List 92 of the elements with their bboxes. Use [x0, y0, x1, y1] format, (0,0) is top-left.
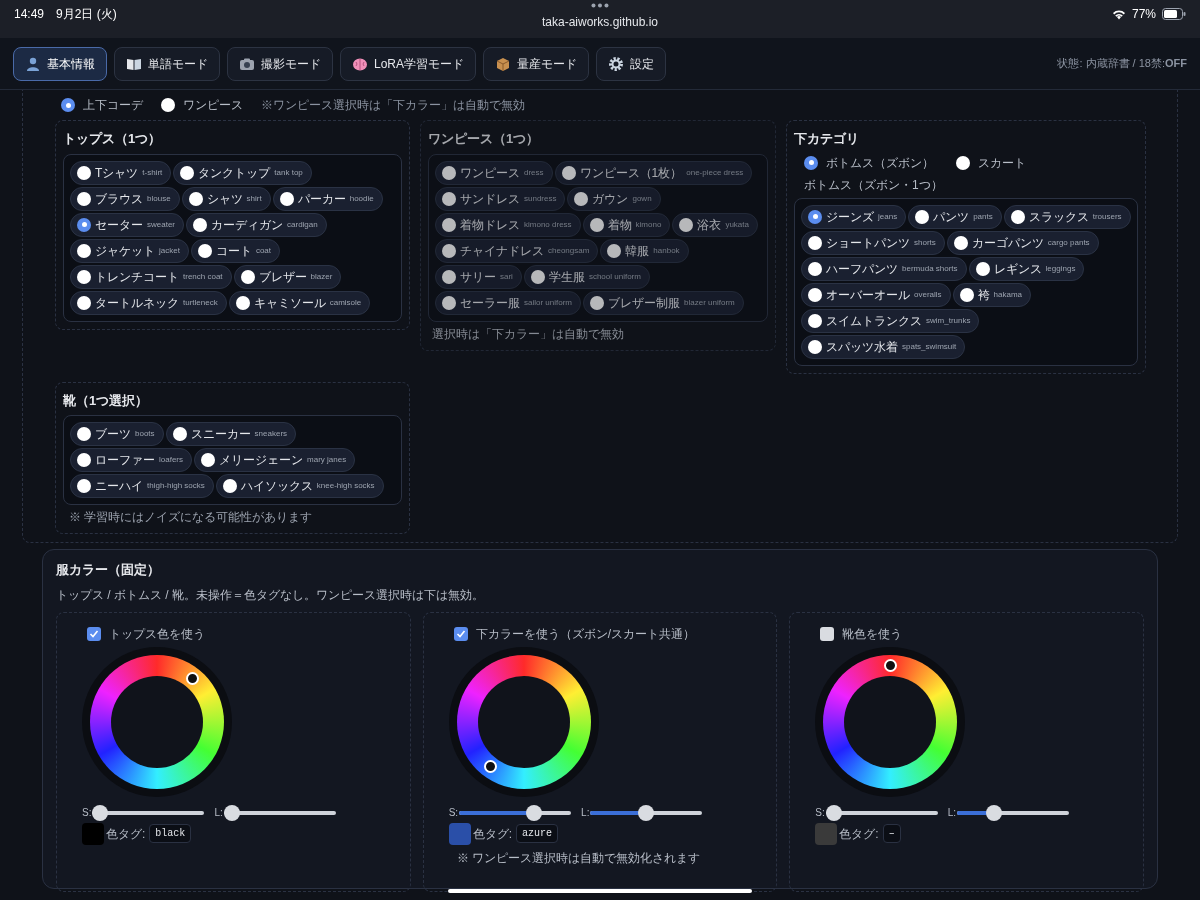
checkbox-option[interactable]: 靴色を使う: [820, 624, 1143, 643]
radio-option[interactable]: 袴 hakama: [952, 282, 1032, 307]
radio-option[interactable]: ボトムス（ズボン）: [804, 153, 934, 172]
radio-option[interactable]: セーター sweater: [70, 212, 184, 237]
radio-option[interactable]: Tシャツ t-shirt: [70, 160, 172, 185]
radio-option[interactable]: カーゴパンツ cargo pants: [946, 230, 1099, 255]
more-icon: [591, 3, 609, 8]
box-icon: [495, 55, 512, 72]
radio-option[interactable]: ブーツ boots: [70, 422, 164, 446]
radio-option[interactable]: ハーフパンツ bermuda shorts: [801, 256, 967, 281]
wifi-icon: [1111, 8, 1126, 20]
radio-option[interactable]: スイムトランクス swim_trunks: [801, 308, 980, 333]
radio-option[interactable]: ジャケット jacket: [70, 238, 189, 263]
nav-tab[interactable]: LoRA学習モード: [340, 46, 477, 81]
url-text[interactable]: taka-aiworks.github.io: [541, 13, 659, 31]
tag-label: 色タグ:: [839, 825, 879, 843]
checkbox-option[interactable]: トップス色を使う: [87, 624, 410, 643]
radio-option[interactable]: ブラウス blouse: [70, 186, 180, 211]
nav-tab[interactable]: 撮影モード: [227, 46, 333, 81]
note-text: ※ワンピース選択時は「下カラー」は自動で無効: [261, 97, 525, 114]
radio-option[interactable]: オーバーオール overalls: [801, 282, 951, 307]
radio-option[interactable]: スカート: [956, 153, 1026, 172]
slider-label: S:: [815, 806, 825, 820]
section-title: 下カテゴリ: [794, 130, 860, 148]
status-date: 9月2日 (火): [56, 6, 117, 23]
slider-thumb[interactable]: [985, 804, 1002, 821]
nav-tab[interactable]: 設定: [596, 46, 667, 81]
radio-option[interactable]: レギンス leggings: [968, 256, 1085, 281]
slider-thumb[interactable]: [638, 804, 655, 821]
slider[interactable]: [92, 804, 205, 821]
note-text: ※ ワンピース選択時は自動で無効化されます: [456, 849, 700, 867]
radio-option[interactable]: ブレザー blazer: [233, 264, 342, 289]
battery-percent: 77%: [1131, 6, 1156, 23]
radio-option[interactable]: タンクトップ tank top: [173, 160, 312, 185]
slider-label: S:: [448, 806, 459, 820]
slider-thumb[interactable]: [526, 804, 543, 821]
color-tag: black: [149, 824, 192, 843]
battery-icon: [1162, 8, 1186, 20]
slider[interactable]: [459, 804, 572, 821]
radio-option[interactable]: ワンピース: [161, 96, 243, 114]
nav-tab[interactable]: 量産モード: [483, 46, 590, 81]
checkbox[interactable]: [87, 626, 101, 641]
slider-thumb[interactable]: [825, 804, 842, 821]
radio-option[interactable]: スニーカー sneakers: [165, 422, 297, 446]
color-tag: –: [882, 824, 901, 843]
radio-option[interactable]: スパッツ水着 spats_swimsuit: [801, 334, 966, 359]
slider-thumb[interactable]: [223, 804, 240, 821]
section-title: トップス（1つ）: [63, 130, 163, 148]
section-title: ワンピース（1つ）: [428, 130, 541, 148]
nav-tab[interactable]: 基本情報: [13, 46, 107, 81]
radio-option[interactable]: ローファー loafers: [70, 448, 192, 472]
slider[interactable]: [223, 804, 336, 821]
radio-option[interactable]: メリージェーン mary janes: [194, 448, 356, 472]
note-text: 選択時は「下カラー」は自動で無効: [431, 325, 625, 343]
radio-option[interactable]: トレンチコート trench coat: [70, 264, 232, 289]
radio-option[interactable]: ジーンズ jeans: [801, 204, 907, 229]
radio-option[interactable]: シャツ shirt: [181, 186, 271, 211]
slider-label: L:: [947, 806, 957, 820]
radio-option[interactable]: パンツ pants: [908, 204, 1002, 229]
status-text: 状態: 内蔵辞書 / 18禁:OFF: [1057, 56, 1187, 72]
slider[interactable]: [957, 804, 1070, 821]
radio-option[interactable]: ハイソックス knee-high socks: [215, 474, 384, 498]
section-description: トップス / ボトムス / 靴。未操作＝色タグなし。ワンピース選択時は下は無効。: [56, 586, 485, 604]
radio-option[interactable]: タートルネック turtleneck: [70, 290, 227, 315]
slider[interactable]: [825, 804, 938, 821]
slider-label: S:: [82, 806, 92, 820]
radio-option[interactable]: スラックス trousers: [1003, 204, 1131, 229]
radio-option[interactable]: キャミソール camisole: [228, 290, 371, 315]
checkbox[interactable]: [820, 626, 835, 641]
tag-label: 色タグ:: [106, 825, 146, 843]
radio-option[interactable]: コート coat: [190, 238, 281, 263]
section-title: 服カラー（固定）: [56, 561, 161, 579]
checkbox[interactable]: [453, 626, 468, 641]
status-time: 14:49: [14, 6, 45, 23]
nav-tab[interactable]: 単語モード: [114, 46, 220, 81]
color-tag: azure: [516, 824, 558, 843]
note-text: ※ 学習時にはノイズになる可能性があります: [68, 509, 314, 526]
slider-label: L:: [581, 806, 590, 820]
tag-label: 色タグ:: [472, 825, 512, 843]
radio-option[interactable]: パーカー hoodie: [272, 186, 383, 211]
gear-icon: [608, 55, 625, 72]
radio-option[interactable]: ショートパンツ shorts: [801, 230, 945, 255]
radio-option[interactable]: カーディガン cardigan: [186, 212, 327, 237]
slider-label: L:: [214, 806, 223, 820]
checkbox-option[interactable]: 下カラーを使う（ズボン/スカート共通）: [453, 624, 777, 643]
slider[interactable]: [590, 804, 703, 821]
section-subtitle: ボトムス（ズボン・1つ）: [803, 176, 944, 194]
radio-option[interactable]: ニーハイ thigh-high socks: [70, 474, 214, 498]
radio-option[interactable]: 上下コーデ: [61, 96, 143, 114]
person-icon: [25, 55, 41, 72]
slider-thumb[interactable]: [92, 804, 109, 821]
section-title: 靴（1つ選択）: [63, 391, 150, 410]
